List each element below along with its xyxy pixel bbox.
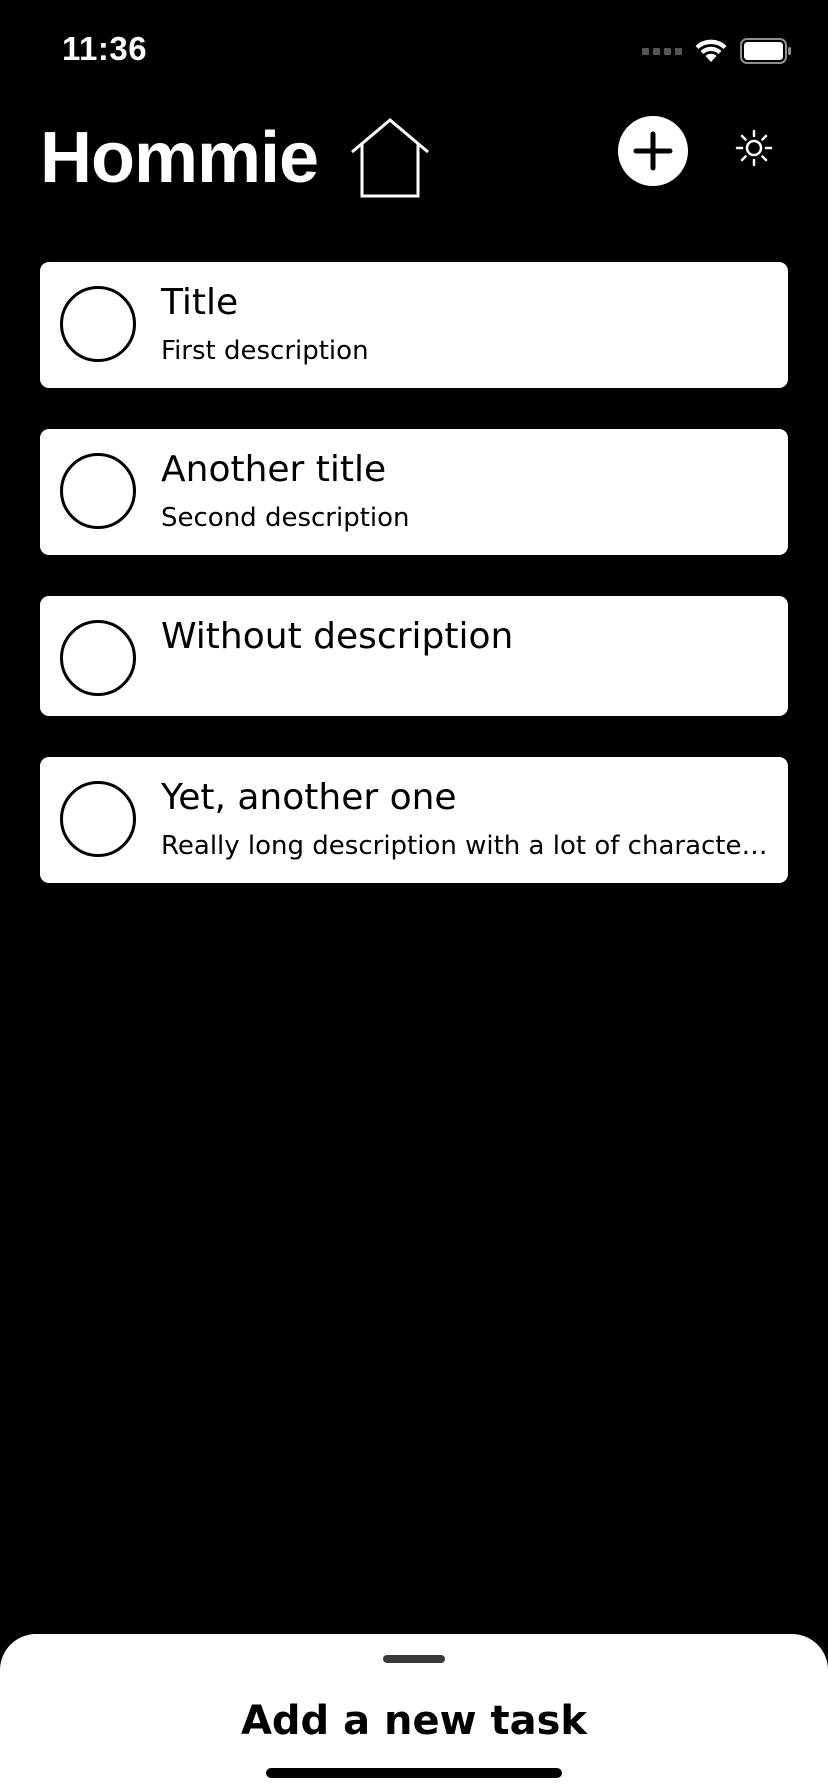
task-list: Title First description Another title Se… [40, 262, 788, 924]
task-description: Really long description with a lot of ch… [161, 831, 771, 861]
task-complete-checkbox[interactable] [60, 620, 136, 696]
home-icon [351, 118, 429, 198]
battery-icon [740, 38, 791, 64]
theme-toggle-button[interactable] [734, 128, 774, 168]
task-complete-checkbox[interactable] [60, 453, 136, 529]
cellular-signal-icon [642, 47, 682, 55]
status-indicators [642, 36, 792, 66]
add-task-sheet[interactable]: Add a new task [0, 1634, 828, 1792]
task-card[interactable]: Another title Second description [40, 429, 788, 555]
task-complete-checkbox[interactable] [60, 286, 136, 362]
task-description: Second description [161, 503, 410, 533]
status-time: 11:36 [62, 30, 148, 67]
sun-icon [735, 129, 773, 167]
task-description: First description [161, 336, 369, 366]
plus-icon [633, 131, 673, 171]
task-card[interactable]: Without description [40, 596, 788, 716]
task-title: Title [161, 282, 239, 323]
wifi-icon [695, 39, 727, 62]
page-title: Hommie [40, 118, 319, 198]
task-card[interactable]: Yet, another one Really long description… [40, 757, 788, 883]
add-task-button[interactable] [618, 116, 688, 186]
task-title: Without description [161, 616, 514, 657]
status-bar: 11:36 [0, 0, 828, 100]
task-complete-checkbox[interactable] [60, 781, 136, 857]
task-title: Another title [161, 449, 387, 490]
sheet-grabber-handle[interactable] [383, 1655, 445, 1663]
task-card[interactable]: Title First description [40, 262, 788, 388]
sheet-title: Add a new task [240, 1698, 588, 1744]
task-title: Yet, another one [161, 777, 457, 818]
app-header: Hommie [0, 110, 828, 210]
home-indicator[interactable] [266, 1768, 562, 1778]
